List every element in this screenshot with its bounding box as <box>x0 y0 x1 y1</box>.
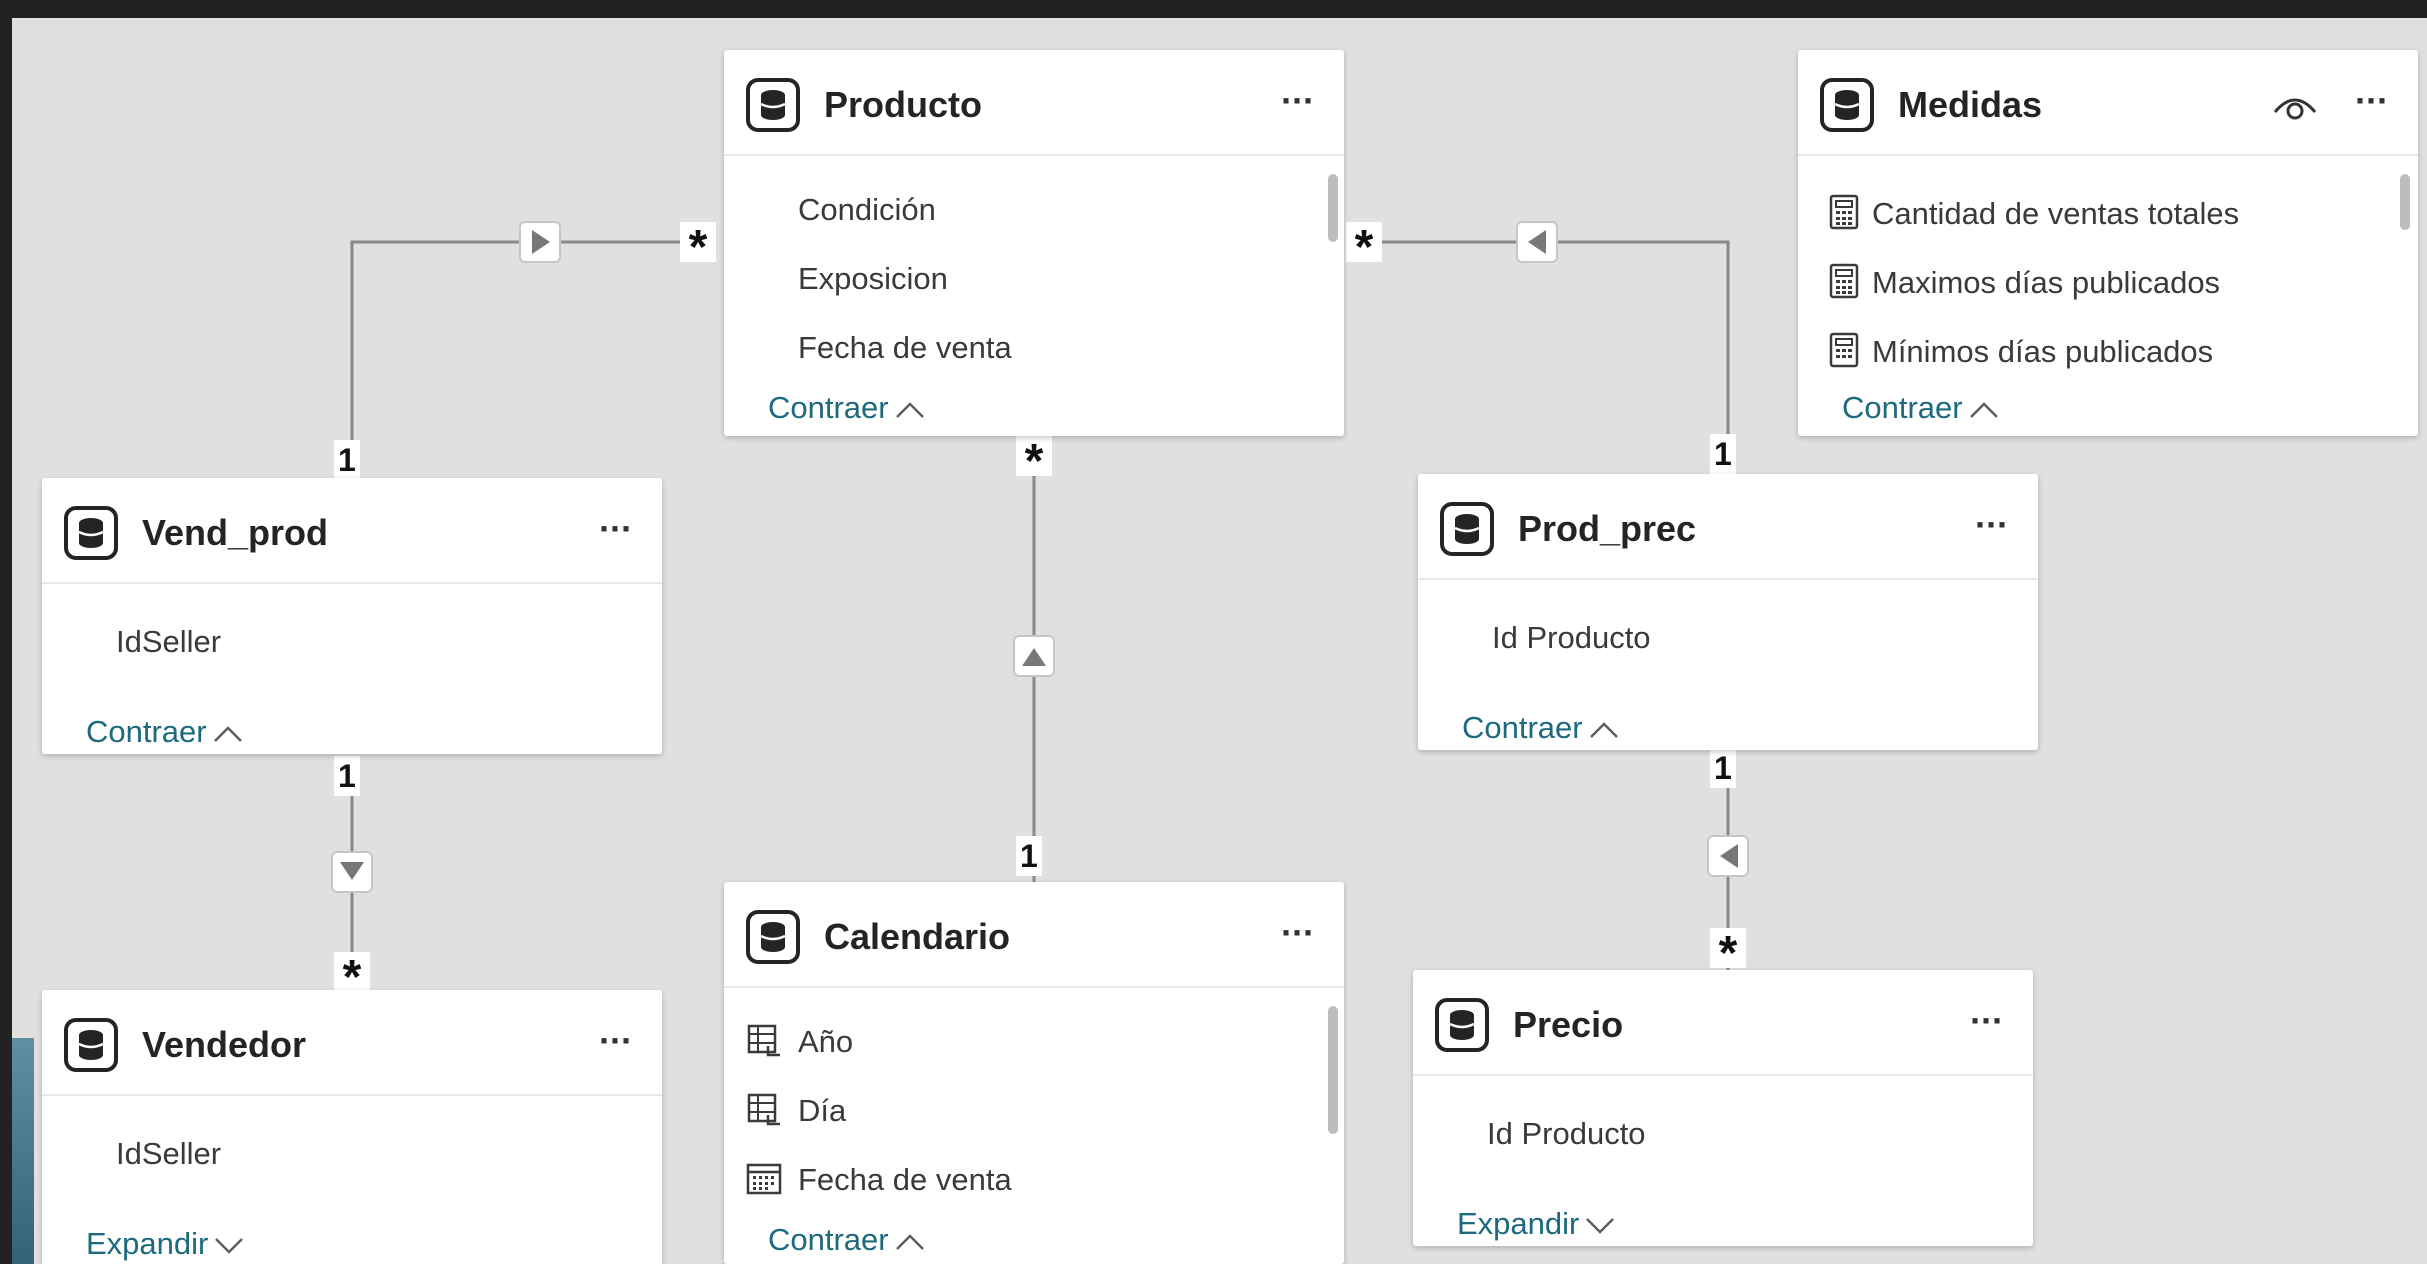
toggle-label: Contraer <box>1842 390 1963 425</box>
table-title: Vendedor <box>142 1024 307 1065</box>
table-title: Calendario <box>824 916 1011 957</box>
expand-toggle[interactable]: Expandir <box>86 1226 244 1262</box>
table-title: Precio <box>1513 1004 1624 1045</box>
more-options-icon[interactable]: ··· <box>599 508 633 550</box>
chevron-up-icon <box>895 1234 924 1250</box>
direction-marker-right <box>519 221 561 263</box>
table-title: Producto <box>824 84 982 125</box>
chevron-down-icon <box>215 1237 244 1254</box>
field-item[interactable]: Año <box>798 1024 853 1060</box>
cardinality-many: * <box>334 952 370 1004</box>
cardinality-many: * <box>1710 928 1746 980</box>
chevron-up-icon <box>895 402 924 418</box>
hierarchy-icon <box>747 1024 780 1057</box>
hierarchy-icon <box>747 1093 780 1126</box>
cardinality-one: 1 <box>1710 434 1736 474</box>
more-options-icon[interactable]: ··· <box>2355 80 2389 122</box>
field-item[interactable]: Fecha de venta <box>798 330 1012 366</box>
table-card-precio[interactable]: Precio ··· Id Producto Expandir <box>1413 970 2033 1246</box>
direction-marker-up <box>1013 635 1055 677</box>
table-header[interactable]: Vendedor ··· <box>42 990 662 1096</box>
more-options-icon[interactable]: ··· <box>599 1020 633 1062</box>
chevron-up-icon <box>1589 722 1618 738</box>
rel-line-producto-prod-prec <box>1362 240 1730 470</box>
calculator-icon <box>1829 332 1859 368</box>
cardinality-many: * <box>680 222 716 274</box>
direction-marker-left-2 <box>1707 835 1749 877</box>
database-icon <box>1820 78 1874 132</box>
chevron-down-icon <box>1586 1217 1615 1234</box>
chevron-up-icon <box>1969 402 1998 418</box>
table-header[interactable]: Producto ··· <box>724 50 1344 156</box>
cardinality-one: 1 <box>334 756 360 796</box>
collapse-toggle[interactable]: Contraer <box>1842 390 1999 426</box>
database-icon <box>1435 998 1489 1052</box>
field-item[interactable]: Id Producto <box>1487 1116 1646 1152</box>
field-item[interactable]: Id Producto <box>1492 620 1651 656</box>
toggle-label: Contraer <box>86 714 207 749</box>
collapse-toggle[interactable]: Contraer <box>1462 710 1619 746</box>
scrollbar[interactable] <box>2400 174 2410 230</box>
table-card-vendedor[interactable]: Vendedor ··· IdSeller Expandir <box>42 990 662 1264</box>
measure-item[interactable]: Mínimos días publicados <box>1872 334 2213 370</box>
database-icon <box>746 78 800 132</box>
table-title: Prod_prec <box>1518 508 1697 549</box>
calculator-icon <box>1829 194 1859 230</box>
measure-item[interactable]: Maximos días publicados <box>1872 265 2220 301</box>
toggle-label: Contraer <box>768 1222 889 1257</box>
toggle-label: Contraer <box>768 390 889 425</box>
cardinality-many: * <box>1346 222 1382 274</box>
scrollbar[interactable] <box>1328 1006 1338 1134</box>
table-title: Vend_prod <box>142 512 329 553</box>
field-item[interactable]: Día <box>798 1093 846 1129</box>
rel-line-producto-vend-prod <box>350 240 712 478</box>
collapse-toggle[interactable]: Contraer <box>768 390 925 426</box>
table-title: Medidas <box>1898 84 2043 125</box>
toggle-label: Expandir <box>86 1226 209 1261</box>
expand-toggle[interactable]: Expandir <box>1457 1206 1615 1242</box>
table-header[interactable]: Calendario ··· <box>724 882 1344 988</box>
collapse-toggle[interactable]: Contraer <box>768 1222 925 1258</box>
model-canvas[interactable]: * 1 * 1 * 1 1 * 1 * Producto ··· Condici… <box>12 18 2427 1264</box>
direction-marker-down <box>331 851 373 893</box>
more-options-icon[interactable]: ··· <box>1970 1000 2004 1042</box>
more-options-icon[interactable]: ··· <box>1975 504 2009 546</box>
measure-item[interactable]: Cantidad de ventas totales <box>1872 196 2239 232</box>
database-icon <box>64 1018 118 1072</box>
field-item[interactable]: IdSeller <box>116 624 221 660</box>
field-item[interactable]: Fecha de venta <box>798 1162 1012 1198</box>
table-header[interactable]: Prod_prec ··· <box>1418 474 2038 580</box>
table-header[interactable]: Precio ··· <box>1413 970 2033 1076</box>
database-icon <box>1440 502 1494 556</box>
more-options-icon[interactable]: ··· <box>1281 912 1315 954</box>
calendar-icon <box>746 1163 782 1195</box>
calculator-icon <box>1829 263 1859 299</box>
cardinality-one: 1 <box>334 440 360 480</box>
table-card-prod-prec[interactable]: Prod_prec ··· Id Producto Contraer <box>1418 474 2038 750</box>
database-icon <box>746 910 800 964</box>
direction-marker-left <box>1516 221 1558 263</box>
toggle-label: Contraer <box>1462 710 1583 745</box>
field-item[interactable]: Exposicion <box>798 261 948 297</box>
field-item[interactable]: Condición <box>798 192 936 228</box>
chevron-up-icon <box>213 726 242 742</box>
cardinality-many: * <box>1016 436 1052 488</box>
cardinality-one: 1 <box>1710 748 1736 788</box>
table-card-vend-prod[interactable]: Vend_prod ··· IdSeller Contraer <box>42 478 662 754</box>
visibility-eye-icon[interactable] <box>2272 90 2318 120</box>
more-options-icon[interactable]: ··· <box>1281 80 1315 122</box>
scrollbar[interactable] <box>1328 174 1338 242</box>
table-card-calendario[interactable]: Calendario ··· Año Día Fecha de venta Co… <box>724 882 1344 1264</box>
table-card-medidas[interactable]: Medidas ··· Cantidad de ventas totales M… <box>1798 50 2418 436</box>
toggle-label: Expandir <box>1457 1206 1580 1241</box>
table-header[interactable]: Vend_prod ··· <box>42 478 662 584</box>
database-icon <box>64 506 118 560</box>
table-card-producto[interactable]: Producto ··· Condición Exposicion Fecha … <box>724 50 1344 436</box>
collapse-toggle[interactable]: Contraer <box>86 714 243 750</box>
field-item[interactable]: IdSeller <box>116 1136 221 1172</box>
cardinality-one: 1 <box>1016 836 1042 876</box>
table-header[interactable]: Medidas ··· <box>1798 50 2418 156</box>
